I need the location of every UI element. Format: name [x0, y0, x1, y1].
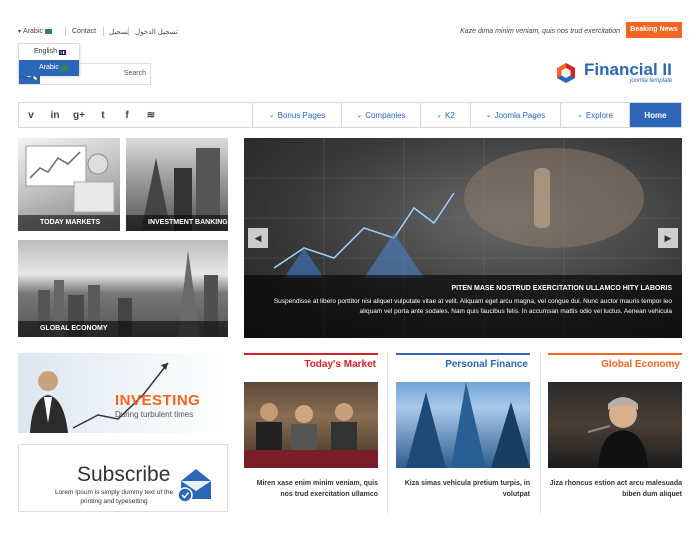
- category-image[interactable]: [548, 382, 682, 468]
- menu-item-label: Companies: [365, 110, 406, 120]
- category-text[interactable]: Kiza simas vehicula pretium turpis, in v…: [396, 478, 530, 500]
- menu-item-joomla-pages[interactable]: ⌄ Joomla Pages: [470, 103, 560, 127]
- rss-icon[interactable]: ≋: [139, 103, 163, 127]
- language-option-arabic[interactable]: Arabic: [19, 60, 79, 76]
- thumb-investment-banking[interactable]: INVESTMENT BANKING: [126, 138, 228, 231]
- thumb-today-markets[interactable]: TODAY MARKETS: [18, 138, 120, 231]
- logo-tagline: joomla template: [630, 78, 673, 84]
- divider: [387, 353, 388, 513]
- hexagon-logo-icon: [557, 63, 575, 83]
- category-text[interactable]: Jiza rhoncus estion act arcu malesuada b…: [548, 478, 682, 500]
- facebook-icon[interactable]: f: [115, 103, 139, 127]
- meeting-photo: [244, 403, 378, 468]
- main-navigation: v in g+ t f ≋ ⌄ Bonus Pages ⌄ Companies …: [18, 102, 682, 128]
- menu-item-label: K2: [445, 110, 455, 120]
- divider: [103, 27, 104, 36]
- vimeo-icon[interactable]: v: [19, 103, 43, 127]
- contact-link[interactable]: Contact: [72, 28, 96, 35]
- slider-caption: PITEN MASE NOSTRUD EXERCITATION ULLAMCO …: [244, 275, 682, 338]
- chevron-down-icon: ⌄: [485, 112, 492, 119]
- google-plus-icon[interactable]: g+: [67, 103, 91, 127]
- category-todays-market: Today's Market Miren xase enim minim ven…: [244, 353, 378, 513]
- chevron-down-icon: ⌄: [356, 112, 363, 119]
- category-global-economy: Global Economy Jiza rhoncus estion act a…: [548, 353, 682, 513]
- language-label: Arabic: [23, 28, 43, 35]
- category-title[interactable]: Personal Finance: [396, 353, 530, 375]
- site-logo[interactable]: Financial II joomla template: [555, 60, 685, 90]
- language-option-label: Arabic: [39, 64, 59, 71]
- chevron-right-icon: ▶: [664, 232, 672, 243]
- menu-item-bonus-pages[interactable]: ⌄ Bonus Pages: [252, 103, 341, 127]
- news-ticker[interactable]: Kaze dima minim veniam, quis nos trud ex…: [460, 28, 620, 35]
- investing-banner[interactable]: INVESTING During turbulent times: [18, 353, 228, 433]
- language-option-label: English: [34, 48, 57, 55]
- language-option-english[interactable]: English: [19, 44, 79, 60]
- divider: [540, 353, 541, 513]
- login-link[interactable]: تسجيل الدخول: [135, 28, 178, 36]
- social-links: v in g+ t f ≋: [19, 103, 163, 127]
- saudi-flag-icon: [44, 29, 52, 34]
- subscribe-text: Lorem Ipsum is simply dummy text of the …: [54, 489, 174, 505]
- top-bar: ▾ Arabic Contact تسجيل تسجيل الدخول Kaze…: [18, 22, 682, 42]
- menu-item-companies[interactable]: ⌄ Companies: [341, 103, 420, 127]
- slide-title[interactable]: PITEN MASE NOSTRUD EXERCITATION ULLAMCO …: [254, 285, 672, 292]
- search-label: Search: [123, 70, 146, 77]
- divider: [65, 27, 66, 36]
- twitter-icon[interactable]: t: [91, 103, 115, 127]
- glass-towers-photo: [406, 382, 530, 468]
- linkedin-icon[interactable]: in: [43, 103, 67, 127]
- menu: ⌄ Bonus Pages ⌄ Companies ⌄ K2 ⌄ Joomla …: [252, 103, 681, 127]
- chevron-down-icon: ⌄: [436, 112, 443, 119]
- saudi-flag-icon: [60, 65, 68, 71]
- language-dropdown: English Arabic: [18, 43, 80, 76]
- uk-flag-icon: [58, 49, 66, 55]
- speaker-photo: [587, 397, 648, 468]
- category-image[interactable]: [396, 382, 530, 468]
- slider-prev-button[interactable]: ◀: [248, 228, 268, 248]
- slide-text: Suspendisse at libero porttitor nisi ali…: [273, 298, 672, 315]
- investing-title: INVESTING: [115, 392, 201, 409]
- envelope-check-icon: [177, 469, 211, 503]
- register-link[interactable]: تسجيل: [109, 28, 129, 36]
- slider-next-button[interactable]: ▶: [658, 228, 678, 248]
- category-title[interactable]: Global Economy: [548, 353, 682, 375]
- menu-item-explore[interactable]: ⌄ Explore: [560, 103, 629, 127]
- category-personal-finance: Personal Finance Kiza simas vehicula pre…: [396, 353, 530, 513]
- category-title[interactable]: Today's Market: [244, 353, 378, 375]
- chevron-down-icon: ▾: [18, 29, 22, 35]
- thumb-caption: INVESTMENT BANKING: [126, 215, 228, 231]
- language-selector[interactable]: ▾ Arabic: [18, 28, 52, 35]
- breaking-news-badge: Beaking News: [626, 22, 682, 38]
- subscribe-title: Subscribe: [77, 463, 171, 486]
- thumb-global-economy[interactable]: GLOBAL ECONOMY: [18, 240, 228, 337]
- thumb-caption: TODAY MARKETS: [18, 215, 120, 231]
- divider: [128, 27, 129, 36]
- investing-subtitle: During turbulent times: [115, 410, 194, 419]
- chevron-left-icon: ◀: [254, 232, 262, 243]
- logo-title: Financial II: [584, 60, 672, 79]
- category-text[interactable]: Miren xase enim minim veniam, quis nos t…: [244, 478, 378, 500]
- menu-item-home[interactable]: Home: [629, 103, 681, 127]
- chevron-down-icon: ⌄: [268, 112, 275, 119]
- category-image[interactable]: [244, 382, 378, 468]
- subscribe-box[interactable]: Subscribe Lorem Ipsum is simply dummy te…: [18, 444, 228, 512]
- thumb-caption: GLOBAL ECONOMY: [18, 321, 228, 337]
- menu-item-label: Explore: [585, 110, 613, 120]
- hero-slider[interactable]: ◀ ▶ PITEN MASE NOSTRUD EXERCITATION ULLA…: [244, 138, 682, 338]
- menu-item-label: Bonus Pages: [277, 110, 326, 120]
- menu-item-label: Joomla Pages: [494, 110, 546, 120]
- chevron-down-icon: ⌄: [577, 112, 583, 119]
- menu-item-k2[interactable]: ⌄ K2: [420, 103, 470, 127]
